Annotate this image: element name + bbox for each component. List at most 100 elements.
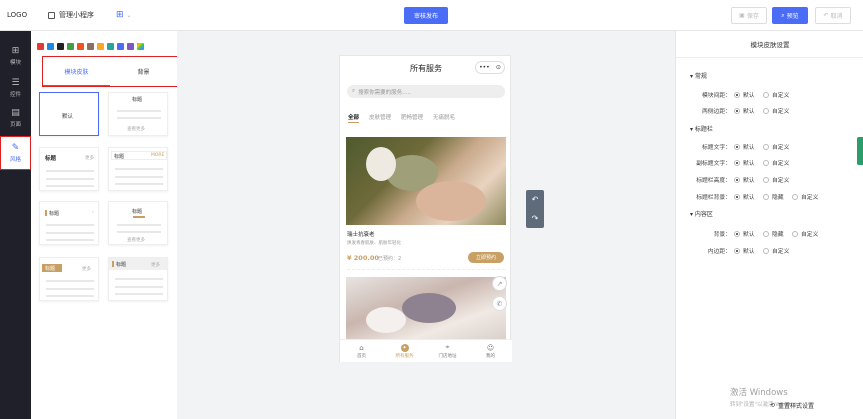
preview-label: 预览 — [786, 13, 799, 20]
color-swatch[interactable] — [107, 43, 114, 50]
nav-item-pages[interactable]: ▤ 页面 — [0, 103, 31, 133]
skin-card-2[interactable]: 标题 查看更多 — [108, 92, 168, 136]
radio-default[interactable]: 默认 — [734, 106, 755, 115]
row-label: 标题栏高度： — [696, 178, 731, 184]
option-label: 默认 — [743, 161, 755, 167]
windows-watermark: 激活 Windows — [730, 388, 788, 398]
skin-card-6[interactable]: 标题 查看更多 — [108, 201, 168, 245]
color-swatch[interactable] — [77, 43, 84, 50]
radio-default[interactable]: 默认 — [734, 175, 755, 184]
skin-settings-panel: 模块皮肤设置 ▾ 常规 模块间距： 默认 自定义 两侧边距： 默认 自定义 ▾ … — [675, 31, 863, 419]
section-general[interactable]: ▾ 常规 — [690, 71, 707, 80]
option-label: 隐藏 — [772, 195, 784, 201]
tab-skin[interactable]: 皮肤管理 — [369, 113, 391, 123]
color-swatch[interactable] — [87, 43, 94, 50]
undo-icon: ↶ — [823, 12, 829, 19]
redo-arrow-icon[interactable]: ↷ — [532, 214, 539, 223]
section-titlebar[interactable]: ▾ 标题栏 — [690, 124, 713, 133]
skin-card-3[interactable]: 标题 更多 — [39, 147, 99, 191]
row-label: 标题栏背景： — [696, 195, 731, 201]
color-swatch[interactable] — [47, 43, 54, 50]
tabbar-store[interactable]: ⌖ 门店地址 — [426, 340, 469, 362]
tab-slimming[interactable]: 肥畅管理 — [401, 113, 423, 123]
service-photo[interactable] — [346, 137, 506, 225]
placeholder-line — [46, 232, 94, 234]
close-circle-icon: ⊙ — [495, 64, 501, 71]
radio-custom[interactable]: 自定义 — [763, 106, 789, 115]
tab-hair-removal[interactable]: 无痛脱毛 — [433, 113, 455, 123]
radio-custom[interactable]: 自定义 — [763, 246, 789, 255]
color-swatch[interactable] — [97, 43, 104, 50]
book-now-button[interactable]: 立即预约 — [468, 252, 504, 263]
custom-color-picker-icon[interactable] — [137, 43, 144, 50]
radio-custom[interactable]: 自定义 — [763, 90, 789, 99]
tab-all[interactable]: 全部 — [348, 113, 360, 123]
skin-card-7[interactable]: 标题 更多 — [39, 257, 99, 301]
placeholder-line — [115, 168, 163, 170]
save-icon: ▣ — [739, 12, 745, 19]
submit-review-button[interactable]: 审核发布 — [404, 7, 448, 24]
color-swatch[interactable] — [37, 43, 44, 50]
title-underline — [133, 216, 145, 218]
radio-custom[interactable]: 自定义 — [792, 229, 818, 238]
side-handle[interactable] — [857, 137, 863, 165]
save-button[interactable]: ▣ 保存 — [731, 7, 767, 24]
share-icon[interactable]: ↗ — [492, 276, 507, 291]
miniprogram-capsule: ••• ⊙ — [475, 61, 505, 74]
radio-default[interactable]: 默认 — [734, 158, 755, 167]
option-label: 自定义 — [772, 161, 790, 167]
color-swatch[interactable] — [67, 43, 74, 50]
tabbar-mine[interactable]: ☺ 我的 — [469, 340, 512, 362]
radio-custom[interactable]: 自定义 — [763, 142, 789, 151]
option-label: 自定义 — [772, 249, 790, 255]
radio-hidden[interactable]: 隐藏 — [763, 229, 784, 238]
tabbar-services[interactable]: ✦ 所有服务 — [383, 340, 426, 362]
radio-default[interactable]: 默认 — [734, 192, 755, 201]
radio-dot — [763, 159, 769, 166]
tabbar-home[interactable]: ⌂ 首页 — [340, 340, 383, 362]
row-label: 内边距： — [707, 249, 731, 255]
color-swatch[interactable] — [57, 43, 64, 50]
skin-card-default[interactable]: 默认 — [39, 92, 99, 136]
color-swatches — [37, 43, 144, 50]
skin-card-4[interactable]: 标题 MORE — [108, 147, 168, 191]
radio-custom[interactable]: 自定义 — [792, 192, 818, 201]
skin-card-8[interactable]: 标题 更多 — [108, 257, 168, 301]
undo-arrow-icon[interactable]: ↶ — [532, 195, 539, 204]
service-photo-2[interactable] — [346, 277, 506, 341]
section-content[interactable]: ▾ 内容区 — [690, 209, 713, 218]
nav-item-style[interactable]: ✎ 风格 — [0, 136, 31, 170]
placeholder-line — [46, 239, 94, 241]
placeholder-line — [115, 293, 163, 295]
cancel-button[interactable]: ↶ 取消 — [815, 7, 851, 24]
nav-item-modules[interactable]: ⊞ 模块 — [0, 41, 31, 71]
radio-dot — [734, 247, 740, 254]
placeholder-line — [46, 170, 94, 172]
placeholder-line — [115, 278, 163, 280]
reset-style-button[interactable]: ⟲ 重置样式设置 — [770, 401, 814, 410]
color-swatch[interactable] — [127, 43, 134, 50]
tab-background[interactable]: 背景 — [110, 57, 177, 86]
radio-dot — [734, 230, 740, 237]
tab-module-skin[interactable]: 模块皮肤 — [43, 57, 110, 86]
radio-default[interactable]: 默认 — [734, 90, 755, 99]
radio-custom[interactable]: 自定义 — [763, 175, 789, 184]
home-icon: ⌂ — [359, 343, 364, 352]
grid-menu-icon[interactable]: ⊞ ⌄ — [116, 10, 131, 20]
phone-call-icon[interactable]: ✆ — [492, 296, 507, 311]
radio-default[interactable]: 默认 — [734, 142, 755, 151]
manage-miniprogram-link[interactable]: 管理小程序 — [48, 10, 94, 20]
preview-button[interactable]: ⌕ 预览 — [772, 7, 808, 24]
radio-hidden[interactable]: 隐藏 — [763, 192, 784, 201]
phone-search-input[interactable]: ⌕ 搜索你需要的服务..... — [347, 85, 505, 98]
row-label: 副标题文字： — [696, 161, 731, 167]
top-bar: LOGO 管理小程序 ⊞ ⌄ 审核发布 ▣ 保存 ⌕ 预览 ↶ 取消 — [0, 0, 863, 31]
nav-label: 页面 — [9, 122, 21, 128]
radio-custom[interactable]: 自定义 — [763, 158, 789, 167]
radio-default[interactable]: 默认 — [734, 229, 755, 238]
skin-card-more: 查看更多 — [127, 127, 145, 132]
skin-card-5[interactable]: 标题 › — [39, 201, 99, 245]
color-swatch[interactable] — [117, 43, 124, 50]
nav-item-controls[interactable]: ☰ 控件 — [0, 73, 31, 103]
radio-default[interactable]: 默认 — [734, 246, 755, 255]
